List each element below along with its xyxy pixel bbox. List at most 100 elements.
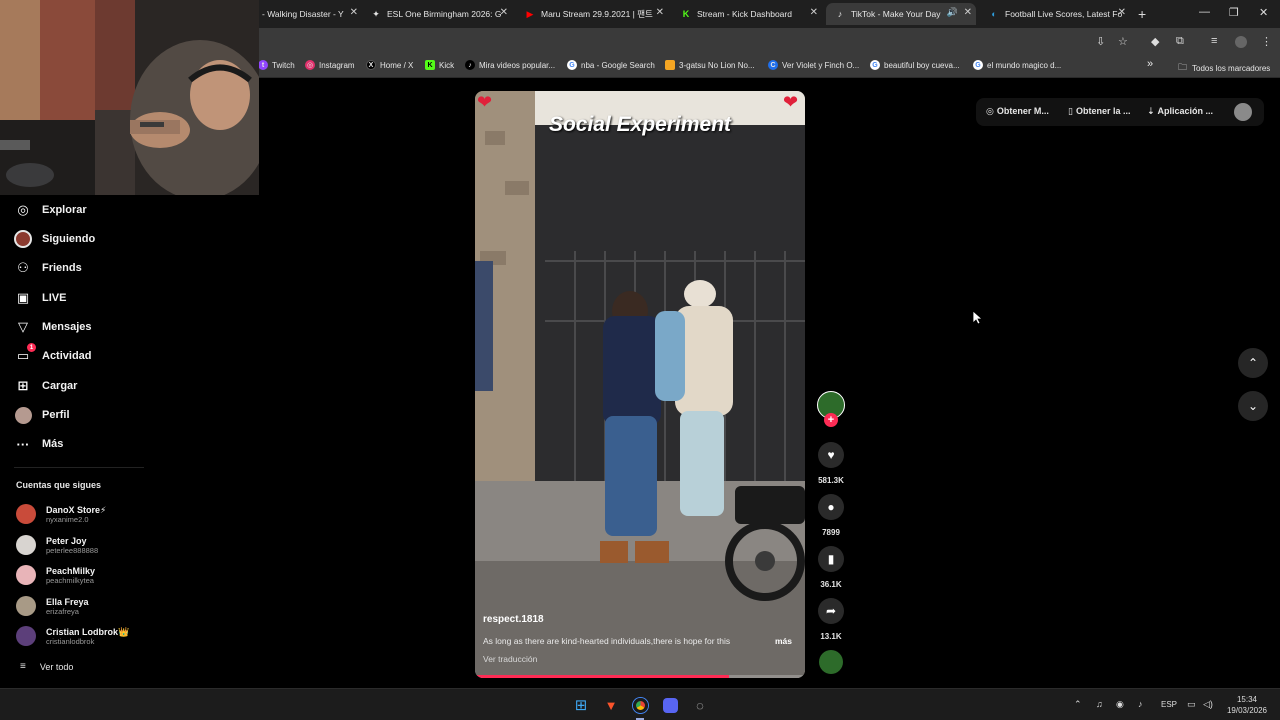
new-tab-button[interactable]: + xyxy=(1138,6,1146,22)
download-app-button[interactable]: ⇣ Aplicación ... xyxy=(1147,106,1213,117)
user-avatar[interactable] xyxy=(1234,103,1252,121)
language-indicator[interactable]: ESP xyxy=(1161,700,1177,709)
close-icon[interactable]: ✕ xyxy=(810,7,818,18)
save-button[interactable]: ▮ xyxy=(818,546,844,572)
previous-video-button[interactable]: ⌃ xyxy=(1238,348,1268,378)
extension-diamond-icon[interactable]: ◆ xyxy=(1151,35,1159,48)
account-username: nyxanime2.0 xyxy=(46,514,89,524)
chevron-up-icon[interactable]: ⌃ xyxy=(1074,699,1082,710)
kick-icon: K xyxy=(682,9,690,19)
tiktok-icon: ♪ xyxy=(837,9,843,19)
tab-maru-stream[interactable]: ▶ Maru Stream 29.9.2021 | 팬트 ✕ xyxy=(516,3,668,25)
brave-icon[interactable]: ▼ xyxy=(603,697,619,713)
bookmark-kick[interactable]: K Kick xyxy=(425,60,454,70)
bookmark-label: 3-gatsu No Lion No... xyxy=(679,60,755,70)
close-icon[interactable]: ✕ xyxy=(500,7,508,18)
profile-avatar-icon xyxy=(14,406,32,424)
upload-icon: ⊞ xyxy=(17,378,29,393)
account-username: cristianlodbrok xyxy=(46,636,95,646)
more-description-button[interactable]: más xyxy=(775,636,792,646)
following-account[interactable]: Ella Freya erizafreya xyxy=(16,593,89,619)
sidebar-item-explorar[interactable]: ◎ Explorar xyxy=(14,199,86,221)
discord-icon[interactable] xyxy=(662,697,678,713)
following-account[interactable]: PeachMilky peachmilkytea xyxy=(16,562,95,588)
next-video-button[interactable]: ⌄ xyxy=(1238,391,1268,421)
sidebar-item-cargar[interactable]: ⊞ Cargar xyxy=(14,375,78,397)
following-account[interactable]: DanoX Store⚡ nyxanime2.0 xyxy=(16,501,106,527)
heart-icon: ♥ xyxy=(827,448,835,462)
music-disc-icon[interactable] xyxy=(819,650,843,674)
following-account[interactable]: Peter Joy peterlee888888 xyxy=(16,532,98,558)
steam-icon[interactable]: ◉ xyxy=(1116,699,1124,710)
tab-football-live[interactable]: ◐ Football Live Scores, Latest Fo ✕ xyxy=(980,3,1130,25)
bookmark-tiktok[interactable]: ♪ Mira videos popular... xyxy=(465,60,555,70)
close-icon[interactable]: ✕ xyxy=(350,7,358,18)
follow-plus-icon[interactable]: + xyxy=(824,413,838,427)
close-icon[interactable]: ✕ xyxy=(656,7,664,18)
share-button[interactable]: ➦ xyxy=(818,598,844,624)
sidebar-item-perfil[interactable]: Perfil xyxy=(14,404,70,426)
media-controls-icon[interactable]: ≡ xyxy=(1211,35,1217,47)
bookmark-instagram[interactable]: ◎ Instagram xyxy=(305,60,355,70)
all-bookmarks-button[interactable]: 🗀 Todos los marcadores xyxy=(1178,60,1270,76)
comment-count: 7899 xyxy=(822,528,840,537)
bookmark-mundo-magico[interactable]: Gel mundo magico d... xyxy=(973,60,1061,70)
like-button[interactable]: ♥ xyxy=(818,442,844,468)
tiktok-icon: ♪ xyxy=(465,60,475,70)
get-coins-button[interactable]: ◎ Obtener M... xyxy=(986,106,1049,117)
bookmark-star-icon[interactable]: ☆ xyxy=(1118,35,1128,48)
friends-icon: ⚇ xyxy=(17,260,29,275)
following-account[interactable]: Cristian Lodbrok👑 cristianlodbrok xyxy=(16,623,129,649)
sidebar-item-label: Mensajes xyxy=(42,321,92,333)
tab-label: Football Live Scores, Latest Fo xyxy=(1005,9,1123,19)
video-author[interactable]: respect.1818 xyxy=(483,614,544,625)
headset-icon[interactable]: ♫ xyxy=(1096,699,1103,709)
windows-start-icon[interactable]: ⊞ xyxy=(573,697,589,714)
bookmarks-overflow-button[interactable]: » xyxy=(1147,58,1153,70)
speaker-icon[interactable]: 🔊 xyxy=(947,7,958,18)
close-icon[interactable]: ✕ xyxy=(964,7,972,18)
tab-kick-dashboard[interactable]: K Stream - Kick Dashboard ✕ xyxy=(672,3,822,25)
menu-kebab-icon[interactable]: ⋮ xyxy=(1261,35,1272,48)
sidebar-item-actividad[interactable]: ▭ 1 Actividad xyxy=(14,343,92,367)
sidebar-item-siguiendo[interactable]: Siguiendo xyxy=(14,228,95,250)
see-all-button[interactable]: ≡ Ver todo xyxy=(20,661,73,672)
microphone-icon[interactable]: ♪ xyxy=(1138,699,1143,709)
sidebar-item-mensajes[interactable]: ▽ Mensajes xyxy=(14,316,92,338)
x-icon: X xyxy=(366,60,376,70)
profile-avatar-icon[interactable] xyxy=(1235,36,1247,48)
comment-button[interactable]: ● xyxy=(818,494,844,520)
close-window-icon[interactable]: ✕ xyxy=(1259,6,1268,19)
obs-icon[interactable]: ◌ xyxy=(692,697,708,713)
tab-esl-one[interactable]: ✦ ESL One Birmingham 2026: G ✕ xyxy=(362,3,512,25)
chrome-icon[interactable] xyxy=(632,697,648,713)
minimize-icon[interactable]: — xyxy=(1199,6,1210,18)
bookmark-beautiful-boy[interactable]: Gbeautiful boy cueva... xyxy=(870,60,960,70)
translate-button[interactable]: Ver traducción xyxy=(483,654,537,664)
extensions-puzzle-icon[interactable]: ⧉ xyxy=(1176,35,1184,48)
sidebar-item-friends[interactable]: ⚇ Friends xyxy=(14,257,82,279)
bookmark-x[interactable]: X Home / X xyxy=(366,60,413,70)
heart-sticker-icon: ❤ xyxy=(477,92,493,112)
sidebar-item-mas[interactable]: ··· Más xyxy=(14,433,64,455)
tab-walking-disaster[interactable]: - Walking Disaster - Y ✕ xyxy=(262,3,362,25)
like-count: 581.3K xyxy=(818,476,844,485)
get-app-button[interactable]: ▯ Obtener la ... xyxy=(1068,106,1130,117)
video-player[interactable]: ❤ ❤ Social Experiment respect.1818 As lo… xyxy=(475,91,805,678)
tab-tiktok[interactable]: ♪ TikTok - Make Your Day 🔊 ✕ xyxy=(826,3,976,25)
install-app-icon[interactable]: ⇩ xyxy=(1096,35,1105,48)
compass-icon: ◎ xyxy=(17,202,29,217)
bookmark-label: Home / X xyxy=(380,60,414,70)
clock[interactable]: 15:34 19/03/2026 xyxy=(1222,694,1272,716)
bookmark-3-gatsu[interactable]: 3-gatsu No Lion No... xyxy=(665,60,755,70)
screen: - Walking Disaster - Y ✕ ✦ ESL One Birmi… xyxy=(0,0,1280,720)
bookmark-twitch[interactable]: t Twitch xyxy=(258,60,295,70)
bookmark-nba[interactable]: Gnba - Google Search xyxy=(567,60,655,70)
sidebar-item-live[interactable]: ▣ LIVE xyxy=(14,287,67,309)
network-icon[interactable]: ▭ xyxy=(1187,699,1196,710)
restore-icon[interactable]: ❐ xyxy=(1229,6,1239,19)
video-progress-bar[interactable] xyxy=(475,675,805,678)
close-icon[interactable]: ✕ xyxy=(1118,7,1126,18)
volume-icon[interactable]: ◁) xyxy=(1203,699,1213,710)
bookmark-violet-finch[interactable]: C Ver Violet y Finch O... xyxy=(768,60,859,70)
